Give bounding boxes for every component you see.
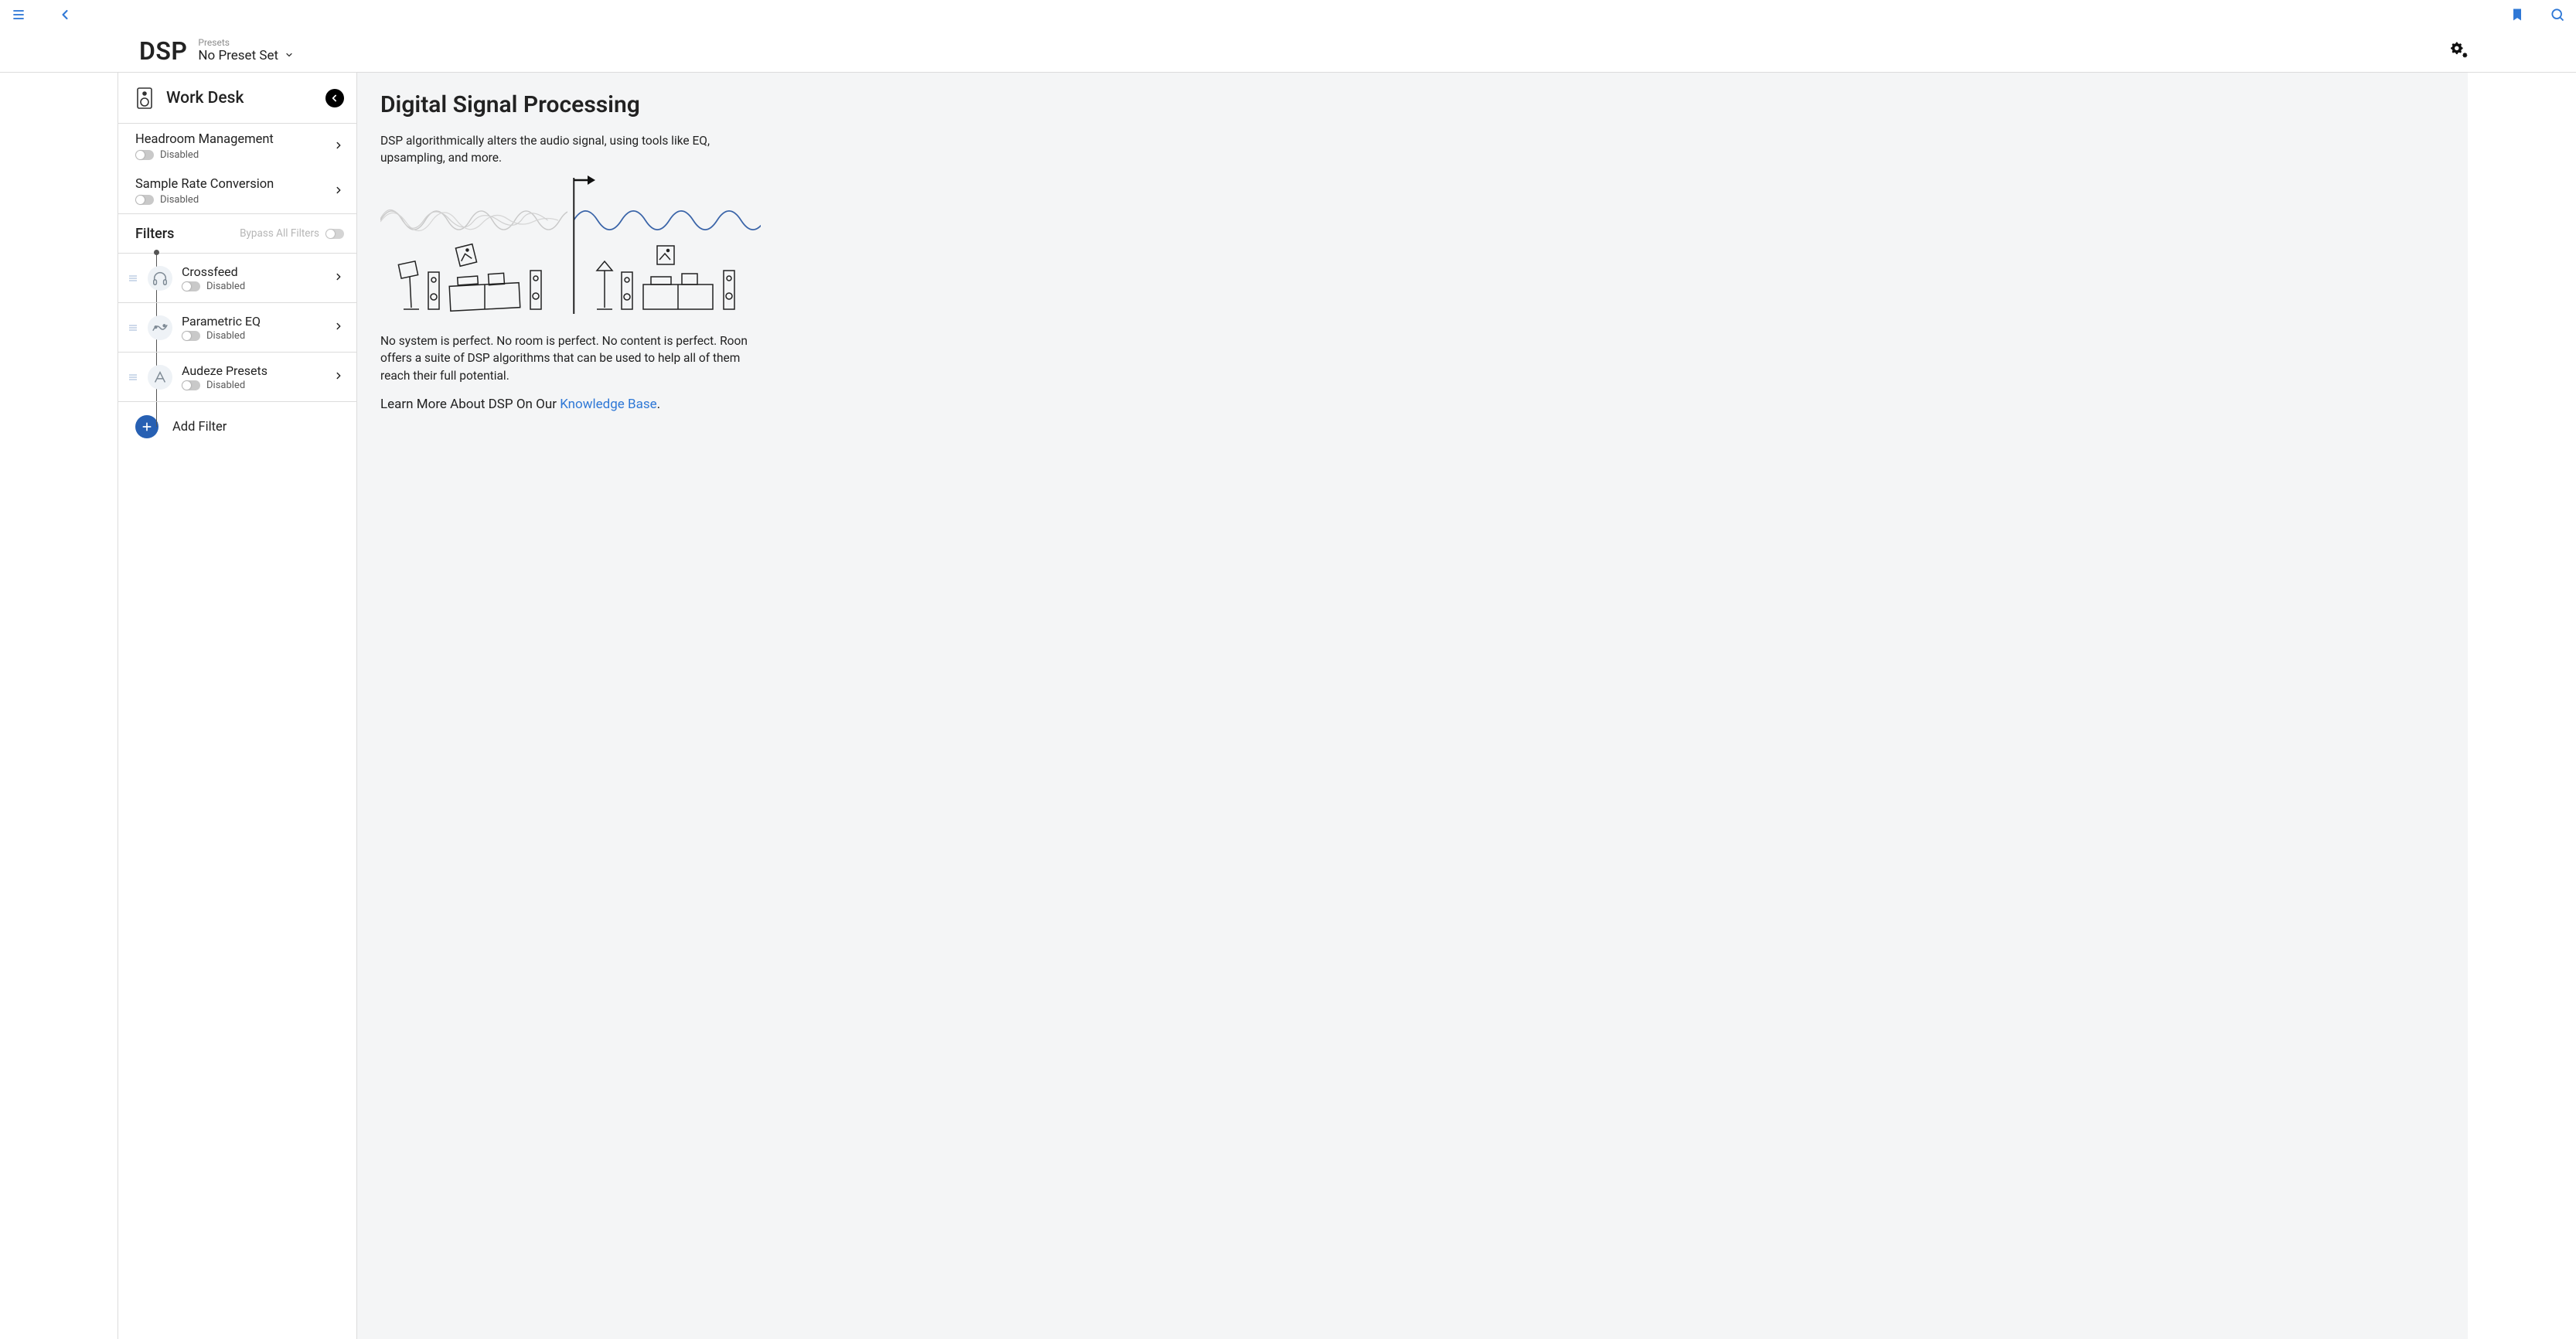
- gutter-left: [0, 73, 118, 1339]
- settings-button[interactable]: [2451, 41, 2468, 61]
- filter-name: Parametric EQ: [182, 314, 261, 329]
- zone-row[interactable]: Work Desk: [118, 73, 356, 124]
- bypass-all-filters[interactable]: Bypass All Filters: [240, 227, 344, 240]
- content-heading: Digital Signal Processing: [380, 91, 2437, 118]
- presets-label: Presets: [198, 38, 294, 49]
- toggle-bypass-all[interactable]: [325, 229, 344, 239]
- knowledge-base-link[interactable]: Knowledge Base: [560, 397, 656, 412]
- chevron-right-icon: [333, 184, 344, 199]
- plus-circle-icon: [135, 415, 158, 438]
- menu-icon[interactable]: [9, 5, 28, 24]
- learn-prefix: Learn More About DSP On Our: [380, 397, 560, 412]
- row-headroom-management[interactable]: Headroom Management Disabled: [118, 124, 356, 169]
- chevron-right-icon: [333, 370, 344, 384]
- toggle-parametric-eq[interactable]: [182, 331, 200, 341]
- drag-handle-icon[interactable]: [124, 373, 141, 382]
- page-title: DSP: [139, 36, 187, 66]
- filter-status: Disabled: [206, 281, 245, 292]
- config-status: Disabled: [160, 194, 199, 206]
- filter-row-audeze-presets[interactable]: Audeze Presets Disabled: [118, 353, 356, 402]
- filter-status: Disabled: [206, 380, 245, 391]
- filter-status: Disabled: [206, 330, 245, 342]
- search-icon[interactable]: [2548, 5, 2567, 24]
- content-intro: DSP algorithmically alters the audio sig…: [380, 132, 767, 167]
- toggle-sample-rate[interactable]: [135, 195, 154, 205]
- content-panel: Digital Signal Processing DSP algorithmi…: [357, 73, 2468, 1339]
- toggle-headroom[interactable]: [135, 150, 154, 160]
- filters-header: Filters Bypass All Filters: [118, 213, 356, 254]
- add-filter-button[interactable]: Add Filter: [118, 402, 356, 451]
- preset-value: No Preset Set: [198, 49, 278, 64]
- headphones-icon: [148, 266, 172, 291]
- bookmark-icon[interactable]: [2508, 5, 2527, 24]
- filter-row-parametric-eq[interactable]: Parametric EQ Disabled: [118, 303, 356, 353]
- back-icon[interactable]: [56, 5, 74, 24]
- config-title: Headroom Management: [135, 132, 274, 147]
- learn-suffix: .: [657, 397, 660, 412]
- config-status: Disabled: [160, 149, 199, 161]
- learn-more: Learn More About DSP On Our Knowledge Ba…: [380, 395, 767, 414]
- drag-handle-icon[interactable]: [124, 274, 141, 283]
- toggle-audeze[interactable]: [182, 380, 200, 390]
- drag-handle-icon[interactable]: [124, 323, 141, 332]
- add-filter-label: Add Filter: [172, 420, 227, 434]
- filter-name: Audeze Presets: [182, 363, 267, 378]
- content-body: No system is perfect. No room is perfect…: [380, 332, 767, 384]
- row-sample-rate-conversion[interactable]: Sample Rate Conversion Disabled: [118, 169, 356, 213]
- gutter-right: [2468, 73, 2576, 1339]
- filters-heading: Filters: [135, 226, 174, 242]
- chevron-right-icon: [333, 320, 344, 335]
- audeze-icon: [148, 365, 172, 390]
- config-title: Sample Rate Conversion: [135, 177, 274, 192]
- eq-curve-icon: [148, 315, 172, 340]
- chevron-down-icon: [285, 49, 294, 64]
- sidebar: Work Desk Headroom Management Disabled: [118, 73, 357, 1339]
- bypass-label: Bypass All Filters: [240, 227, 319, 240]
- arrow-right-icon: [572, 173, 595, 190]
- zone-name: Work Desk: [166, 89, 244, 107]
- speaker-icon: [135, 87, 154, 110]
- filter-row-crossfeed[interactable]: Crossfeed Disabled: [118, 254, 356, 303]
- preset-selector[interactable]: Presets No Preset Set: [198, 38, 294, 63]
- chevron-right-icon: [333, 139, 344, 154]
- toggle-crossfeed[interactable]: [182, 281, 200, 291]
- dsp-illustration: [380, 178, 767, 317]
- filter-name: Crossfeed: [182, 264, 245, 279]
- back-circle-icon[interactable]: [325, 89, 344, 107]
- chevron-right-icon: [333, 271, 344, 285]
